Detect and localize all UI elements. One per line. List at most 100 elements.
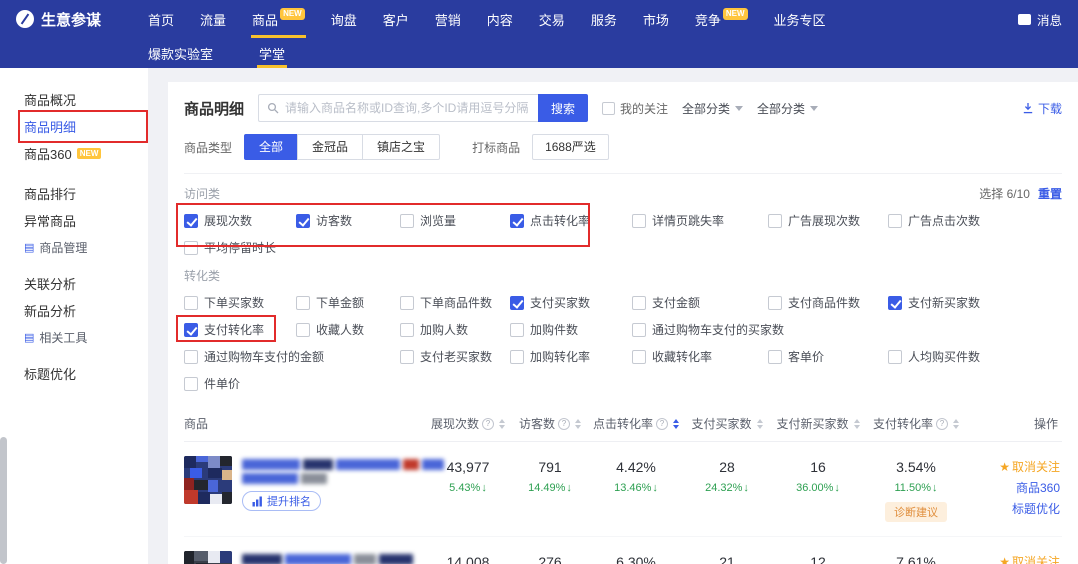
diagnose-suggestion-badge[interactable]: 诊断建议 (885, 502, 947, 522)
checkbox-order-items[interactable]: 下单商品件数 (400, 294, 510, 311)
nav-item-trade[interactable]: 交易 (526, 0, 578, 38)
product-image[interactable] (184, 456, 232, 504)
mark-option-1688[interactable]: 1688严选 (532, 134, 609, 160)
category-select-1[interactable]: 全部分类 (682, 100, 743, 117)
checkbox-pay-amount[interactable]: 支付金额 (632, 294, 768, 311)
type-option-treasure[interactable]: 镇店之宝 (362, 134, 440, 160)
help-icon[interactable] (482, 418, 494, 430)
type-option-gold[interactable]: 金冠品 (297, 134, 363, 160)
checkbox-cart-rate[interactable]: 加购转化率 (510, 348, 632, 365)
nav-label: 询盘 (331, 10, 357, 29)
nav-item-compete[interactable]: 竞争NEW (682, 0, 761, 38)
checkbox-bounce-rate[interactable]: 详情页跳失率 (632, 212, 768, 229)
metric-delta: 5.43% (449, 482, 487, 494)
help-icon[interactable] (558, 418, 570, 430)
sidebar-item-goods-detail[interactable]: 商品明细 (0, 113, 148, 140)
col-pay-rate[interactable]: 支付转化率 (866, 415, 966, 432)
product-title-censored[interactable] (242, 459, 444, 470)
nav-item-goods[interactable]: 商品NEW (239, 0, 318, 38)
reset-button[interactable]: 重置 (1038, 185, 1062, 202)
help-icon[interactable] (656, 418, 668, 430)
checkbox-pay-rate[interactable]: 支付转化率 (184, 321, 296, 338)
sidebar-item-title-optimize[interactable]: 标题优化 (0, 360, 148, 387)
checkbox-cart-pay-amount[interactable]: 通过购物车支付的金额 (184, 348, 400, 365)
col-visitors[interactable]: 访客数 (512, 415, 588, 432)
nav-item-traffic[interactable]: 流量 (187, 0, 239, 38)
checkbox-ad-impressions[interactable]: 广告展现次数 (768, 212, 888, 229)
checkbox-pay-buyers[interactable]: 支付买家数 (510, 294, 632, 311)
subnav-item-school[interactable]: 学堂 (257, 38, 287, 68)
checkbox-price-per-item[interactable]: 件单价 (184, 375, 296, 392)
checkbox-pay-items[interactable]: 支付商品件数 (768, 294, 888, 311)
checkbox-order-buyers[interactable]: 下单买家数 (184, 294, 296, 311)
nav-item-inquiry[interactable]: 询盘 (318, 0, 370, 38)
search-button[interactable]: 搜索 (538, 94, 588, 122)
select-value: 全部分类 (682, 100, 730, 117)
metric-label: 支付转化率 (204, 321, 264, 338)
nav-item-business-zone[interactable]: 业务专区 (761, 0, 839, 38)
nav-item-marketing[interactable]: 营销 (422, 0, 474, 38)
sidebar-item-related-tools[interactable]: 相关工具 (0, 324, 148, 350)
boost-rank-button[interactable]: 提升排名 (242, 491, 321, 511)
nav-item-content[interactable]: 内容 (474, 0, 526, 38)
checkbox-order-amount[interactable]: 下单金额 (296, 294, 400, 311)
col-click-rate[interactable]: 点击转化率 (588, 415, 684, 432)
checkbox-price-per-customer[interactable]: 客单价 (768, 348, 888, 365)
checkbox-impressions[interactable]: 展现次数 (184, 212, 296, 229)
subnav-item-hot-lab[interactable]: 爆款实验室 (146, 38, 215, 68)
sort-icon[interactable] (575, 419, 581, 429)
message-entry[interactable]: 消息 (1018, 10, 1062, 29)
product-subtitle-censored[interactable] (242, 473, 444, 484)
category-select-2[interactable]: 全部分类 (757, 100, 818, 117)
unfollow-label: 取消关注 (1012, 553, 1060, 564)
goods-360-link[interactable]: 商品360 (1016, 479, 1060, 496)
my-focus-checkbox[interactable]: 我的关注 (602, 100, 668, 117)
checkbox-pay-old-buyers[interactable]: 支付老买家数 (400, 348, 510, 365)
metric-label: 展现次数 (204, 212, 252, 229)
col-pay-buyers[interactable]: 支付买家数 (684, 415, 770, 432)
product-image[interactable] (184, 551, 232, 564)
checkbox-cart-users[interactable]: 加购人数 (400, 321, 510, 338)
product-title-censored[interactable] (242, 554, 413, 564)
title-optimize-link[interactable]: 标题优化 (1012, 500, 1060, 517)
checkbox-visitors[interactable]: 访客数 (296, 212, 400, 229)
checkbox-icon (768, 296, 782, 310)
checkbox-favorite-users[interactable]: 收藏人数 (296, 321, 400, 338)
col-pay-new-buyers[interactable]: 支付新买家数 (770, 415, 866, 432)
col-impressions[interactable]: 展现次数 (424, 415, 512, 432)
checkbox-items-per-buyer[interactable]: 人均购买件数 (888, 348, 1018, 365)
help-icon[interactable] (936, 418, 948, 430)
checkbox-ad-clicks[interactable]: 广告点击次数 (888, 212, 1018, 229)
app-logo: 生意参谋 (16, 9, 101, 30)
sidebar-item-goods-rank[interactable]: 商品排行 (0, 180, 148, 207)
checkbox-click-rate[interactable]: 点击转化率 (510, 212, 632, 229)
checkbox-cart-items[interactable]: 加购件数 (510, 321, 632, 338)
sidebar-item-relation-analysis[interactable]: 关联分析 (0, 270, 148, 297)
trend-down-icon (652, 482, 658, 494)
nav-item-service[interactable]: 服务 (578, 0, 630, 38)
sidebar-item-goods-manage[interactable]: 商品管理 (0, 234, 148, 260)
type-option-all[interactable]: 全部 (244, 134, 298, 160)
nav-item-market[interactable]: 市场 (630, 0, 682, 38)
search-input[interactable] (285, 101, 530, 115)
sort-icon[interactable] (953, 419, 959, 429)
nav-item-home[interactable]: 首页 (135, 0, 187, 38)
checkbox-favorite-rate[interactable]: 收藏转化率 (632, 348, 768, 365)
sidebar-item-abnormal-goods[interactable]: 异常商品 (0, 207, 148, 234)
sort-icon-active[interactable] (673, 419, 679, 429)
sidebar-item-goods-overview[interactable]: 商品概况 (0, 86, 148, 113)
unfollow-button[interactable]: 取消关注 (999, 553, 1060, 564)
checkbox-pageviews[interactable]: 浏览量 (400, 212, 510, 229)
checkbox-pay-new-buyers[interactable]: 支付新买家数 (888, 294, 1018, 311)
unfollow-button[interactable]: 取消关注 (999, 458, 1060, 475)
sort-icon[interactable] (854, 419, 860, 429)
sort-icon[interactable] (757, 419, 763, 429)
scrollbar-thumb[interactable] (0, 437, 7, 564)
sidebar-item-new-goods-analysis[interactable]: 新品分析 (0, 297, 148, 324)
sort-icon[interactable] (499, 419, 505, 429)
checkbox-avg-stay-time[interactable]: 平均停留时长 (184, 239, 296, 256)
download-button[interactable]: 下载 (1022, 100, 1062, 117)
checkbox-cart-pay-buyers[interactable]: 通过购物车支付的买家数 (632, 321, 888, 338)
sidebar-item-goods-360[interactable]: 商品360NEW (0, 140, 148, 167)
nav-item-customer[interactable]: 客户 (370, 0, 422, 38)
